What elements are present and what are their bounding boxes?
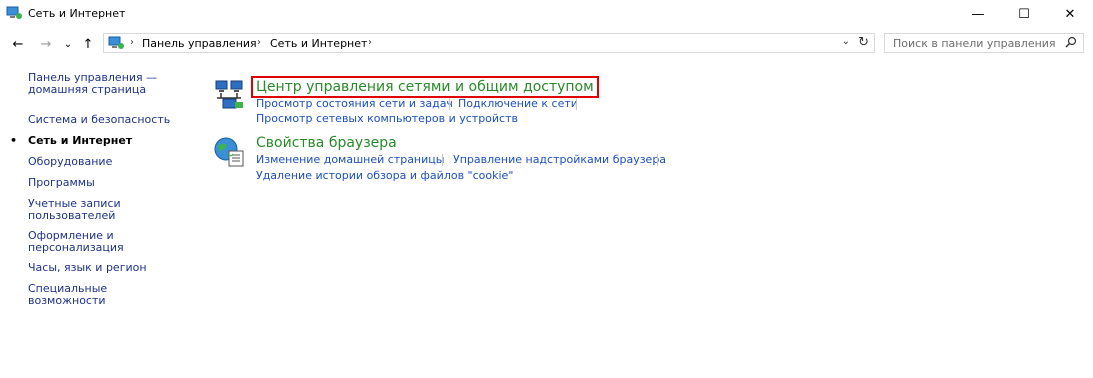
browser-properties-icon[interactable] (213, 136, 245, 168)
change-home-page-link[interactable]: Изменение домашней страницы (256, 153, 444, 166)
up-arrow-icon[interactable]: ↑ (80, 36, 96, 52)
link-divider (657, 154, 658, 166)
close-button[interactable]: ✕ (1047, 0, 1093, 28)
breadcrumb-separator[interactable]: › (368, 37, 372, 48)
network-sharing-center-link[interactable]: Центр управления сетями и общим доступом (251, 76, 599, 98)
network-center-icon[interactable] (213, 78, 245, 110)
sidebar-item-home[interactable]: Панель управления — домашняя страница (28, 72, 188, 96)
search-input[interactable]: Поиск в панели управления (884, 33, 1084, 53)
sidebar-item-user-accounts[interactable]: Учетные записи пользователей (28, 198, 188, 222)
sidebar-item-label: Сеть и Интернет (28, 134, 133, 147)
browser-properties-link[interactable]: Свойства браузера (256, 135, 397, 151)
control-panel-icon (108, 36, 124, 49)
delete-browsing-history-link[interactable]: Удаление истории обзора и файлов "cookie… (256, 169, 513, 182)
link-divider (449, 98, 450, 110)
current-bullet-icon: • (10, 134, 18, 147)
view-network-computers-link[interactable]: Просмотр сетевых компьютеров и устройств (256, 112, 518, 125)
sidebar-item-network-internet: • Сеть и Интернет (10, 134, 188, 147)
breadcrumb-separator[interactable]: › (257, 37, 261, 48)
address-row: ← → ⌄ ↑ › Панель управления › Сеть и Инт… (0, 32, 1093, 56)
sidebar-item-system-security[interactable]: Система и безопасность (28, 114, 188, 126)
link-divider (576, 98, 577, 110)
search-icon[interactable] (1065, 36, 1077, 48)
view-network-status-link[interactable]: Просмотр состояния сети и задач (256, 97, 453, 110)
breadcrumb-separator[interactable]: › (130, 37, 134, 48)
connect-to-network-link[interactable]: Подключение к сети (458, 97, 578, 110)
sidebar-item-appearance[interactable]: Оформление и персонализация (28, 230, 188, 254)
back-arrow-icon[interactable]: ← (10, 36, 26, 52)
recent-locations-chevron-icon[interactable]: ⌄ (60, 36, 76, 52)
address-bar[interactable]: › Панель управления › Сеть и Интернет › … (103, 33, 875, 53)
breadcrumb-network-internet[interactable]: Сеть и Интернет (270, 37, 367, 50)
search-placeholder: Поиск в панели управления (893, 37, 1056, 50)
window-title: Сеть и Интернет (28, 7, 126, 20)
link-divider (442, 154, 443, 166)
minimize-button[interactable]: — (955, 0, 1001, 28)
control-panel-icon (6, 6, 22, 19)
refresh-icon[interactable]: ↻ (858, 35, 869, 50)
forward-arrow-icon[interactable]: → (38, 36, 54, 52)
sidebar-item-accessibility[interactable]: Специальные возможности (28, 283, 188, 307)
sidebar-item-clock-region[interactable]: Часы, язык и регион (28, 262, 188, 274)
maximize-button[interactable]: ☐ (1001, 0, 1047, 28)
address-dropdown-icon[interactable]: ⌄ (842, 36, 850, 47)
sidebar-item-hardware[interactable]: Оборудование (28, 156, 188, 168)
sidebar-item-programs[interactable]: Программы (28, 177, 188, 189)
manage-addons-link[interactable]: Управление надстройками браузера (453, 153, 666, 166)
breadcrumb-control-panel[interactable]: Панель управления (142, 37, 257, 50)
title-bar: Сеть и Интернет — ☐ ✕ (0, 0, 1093, 28)
